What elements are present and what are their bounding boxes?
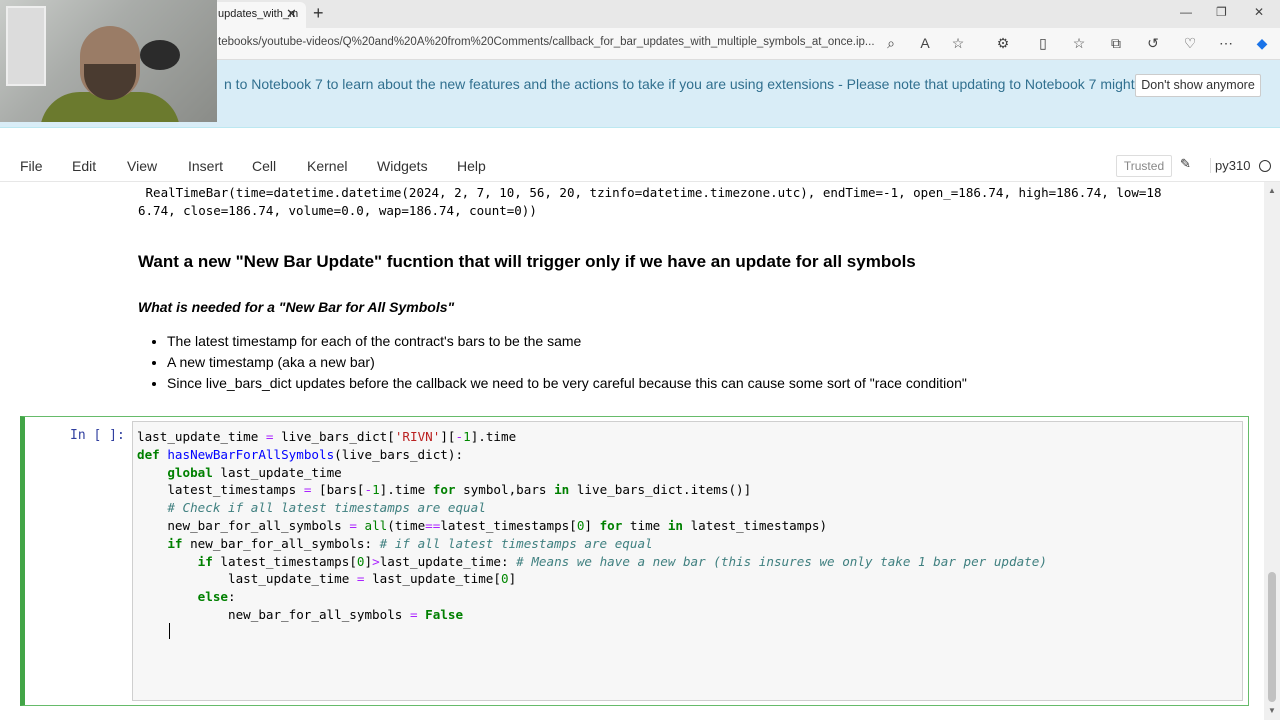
menu-help[interactable]: Help: [457, 158, 486, 174]
webcam-overlay: [0, 0, 217, 122]
menu-widgets[interactable]: Widgets: [377, 158, 428, 174]
output-line: RealTimeBar(time=datetime.datetime(2024,…: [138, 185, 1162, 200]
list-item: The latest timestamp for each of the con…: [167, 331, 967, 352]
markdown-bullet-list: The latest timestamp for each of the con…: [167, 331, 967, 394]
trusted-indicator[interactable]: Trusted: [1116, 155, 1172, 177]
kernel-status-icon: [1259, 160, 1271, 172]
restore-icon[interactable]: ❐: [1216, 5, 1227, 19]
scroll-up-arrow-icon[interactable]: ▲: [1268, 186, 1276, 195]
cell-output: RealTimeBar(time=datetime.datetime(2024,…: [138, 184, 1162, 220]
markdown-heading: Want a new "New Bar Update" fucntion tha…: [138, 252, 916, 271]
code-line: else:: [197, 589, 236, 605]
close-tab-icon[interactable]: ✕: [286, 6, 297, 22]
extensions-icon[interactable]: ⚙: [994, 34, 1012, 52]
split-screen-icon[interactable]: ▯: [1034, 34, 1052, 52]
menu-view[interactable]: View: [127, 158, 157, 174]
output-line: 6.74, close=186.74, volume=0.0, wap=186.…: [138, 203, 537, 218]
minimize-icon[interactable]: —: [1180, 5, 1192, 19]
code-line: global last_update_time: [167, 464, 342, 480]
screen: updates_with_m ✕ + — ❐ ✕ tebooks/youtube…: [0, 0, 1280, 720]
text-cursor: [169, 623, 170, 639]
kernel-name[interactable]: py310: [1210, 158, 1250, 173]
code-line: # Check if all latest timestamps are equ…: [167, 500, 486, 516]
list-item: Since live_bars_dict updates before the …: [167, 373, 967, 394]
list-item: A new timestamp (aka a new bar): [167, 352, 967, 373]
code-line: last_update_time = live_bars_dict['RIVN'…: [137, 429, 517, 444]
copilot-icon[interactable]: ◆: [1253, 34, 1271, 52]
notice-text: n to Notebook 7 to learn about the new f…: [224, 76, 1174, 92]
code-content[interactable]: last_update_time = live_bars_dict['RIVN'…: [137, 428, 1047, 624]
menu-file[interactable]: File: [20, 158, 43, 174]
read-aloud-icon[interactable]: A: [916, 34, 934, 52]
new-tab-icon[interactable]: +: [313, 3, 324, 24]
edit-mode-pencil-icon: ✎: [1180, 156, 1191, 171]
code-line: if new_bar_for_all_symbols: # if all lat…: [167, 535, 653, 551]
menu-insert[interactable]: Insert: [188, 158, 223, 174]
code-line: new_bar_for_all_symbols = False: [137, 606, 464, 622]
history-icon[interactable]: ↺: [1144, 34, 1162, 52]
code-line: def hasNewBarForAllSymbols(live_bars_dic…: [137, 446, 464, 462]
url-field[interactable]: tebooks/youtube-videos/Q%20and%20A%20fro…: [218, 36, 878, 48]
scroll-down-arrow-icon[interactable]: ▼: [1268, 706, 1276, 715]
browser-essentials-icon[interactable]: ♡: [1181, 34, 1199, 52]
cell-input-prompt: In [ ]:: [70, 428, 125, 443]
scrollbar-thumb[interactable]: [1268, 572, 1276, 702]
webcam-background-shelf: [6, 6, 46, 86]
markdown-subheading: What is needed for a "New Bar for All Sy…: [138, 299, 455, 315]
webcam-background-lamp: [140, 40, 180, 70]
code-line: last_update_time = last_update_time[0]: [137, 571, 517, 587]
menu-kernel[interactable]: Kernel: [307, 158, 347, 174]
code-line: new_bar_for_all_symbols = all(time==late…: [137, 517, 828, 533]
code-line: latest_timestamps = [bars[-1].time for s…: [137, 482, 752, 498]
more-menu-icon[interactable]: ⋯: [1217, 34, 1235, 52]
close-window-icon[interactable]: ✕: [1254, 5, 1264, 19]
menu-edit[interactable]: Edit: [72, 158, 96, 174]
notebook-menubar: File Edit View Insert Cell Kernel Widget…: [0, 150, 1280, 182]
dont-show-anymore-button[interactable]: Don't show anymore: [1135, 74, 1261, 97]
favorites-icon[interactable]: ☆: [1070, 34, 1088, 52]
page-scrollbar[interactable]: ▲ ▼: [1264, 182, 1280, 720]
code-line: if latest_timestamps[0]>last_update_time…: [197, 553, 1047, 569]
collections-icon[interactable]: ⧉: [1107, 34, 1125, 52]
menu-cell[interactable]: Cell: [252, 158, 276, 174]
favorite-star-icon[interactable]: ☆: [949, 34, 967, 52]
zoom-icon[interactable]: ⌕: [882, 34, 900, 52]
